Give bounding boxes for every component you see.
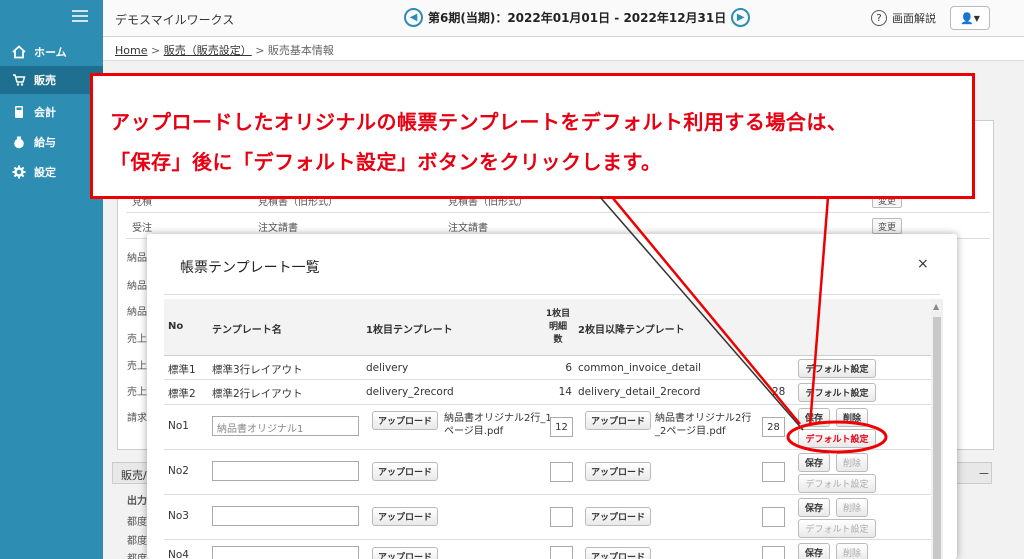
annotation-overlay — [599, 196, 888, 454]
pointer-line — [611, 196, 801, 425]
pointer-line — [599, 196, 804, 431]
pointer-line — [808, 196, 830, 427]
highlight-ellipse — [786, 420, 888, 454]
